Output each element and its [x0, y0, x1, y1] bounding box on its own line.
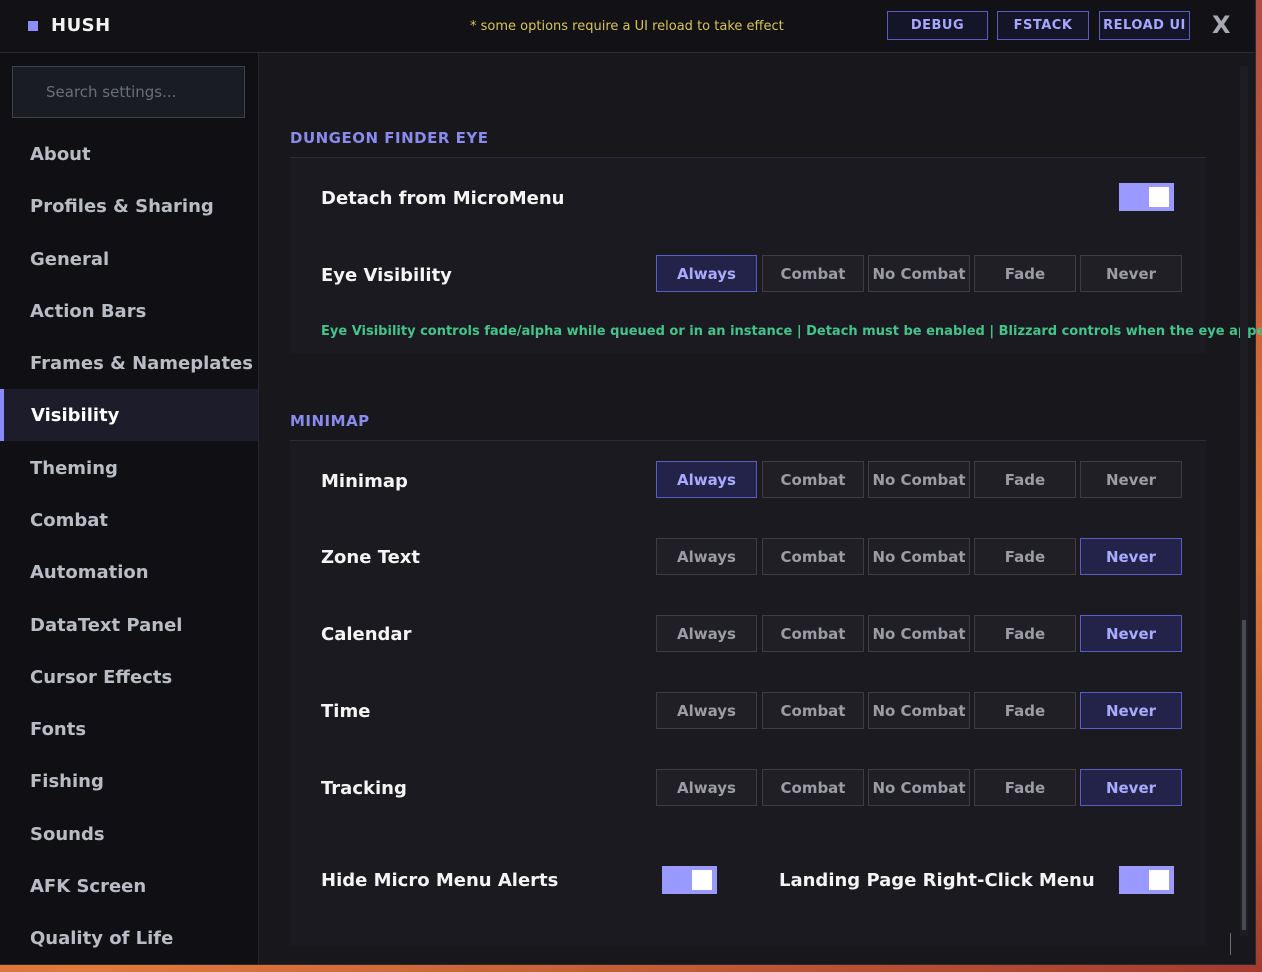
- hide-micro-menu-alerts-label: Hide Micro Menu Alerts: [321, 870, 559, 891]
- tracking-no-combat[interactable]: No Combat: [868, 769, 970, 806]
- section-title-dungeon-finder-eye: DUNGEON FINDER EYE: [290, 129, 489, 147]
- detach-micromenu-toggle[interactable]: [1119, 183, 1174, 211]
- eye-visibility-fade[interactable]: Fade: [974, 255, 1076, 292]
- minimap-fade[interactable]: Fade: [974, 461, 1076, 498]
- minimap-combat[interactable]: Combat: [762, 461, 864, 498]
- sidebar-item-profiles-sharing[interactable]: Profiles & Sharing: [0, 180, 258, 232]
- tracking-never[interactable]: Never: [1080, 769, 1182, 806]
- sidebar-item-afk-screen[interactable]: AFK Screen: [0, 860, 258, 912]
- section-title-minimap: MINIMAP: [290, 412, 370, 430]
- calendar-always[interactable]: Always: [656, 615, 757, 652]
- toggle-knob: [1149, 187, 1169, 207]
- tracking-row-label: Tracking: [321, 778, 407, 799]
- eye-visibility-always[interactable]: Always: [656, 255, 757, 292]
- fstack-button[interactable]: FSTACK: [997, 11, 1089, 40]
- close-icon[interactable]: X: [1212, 11, 1231, 39]
- calendar-row-label: Calendar: [321, 624, 412, 645]
- minimap-panel: Minimap Always Combat No Combat Fade Nev…: [290, 441, 1206, 946]
- calendar-no-combat[interactable]: No Combat: [868, 615, 970, 652]
- zone-text-no-combat[interactable]: No Combat: [868, 538, 970, 575]
- detach-micromenu-label: Detach from MicroMenu: [321, 188, 565, 209]
- hide-micro-menu-alerts-toggle[interactable]: [662, 866, 717, 894]
- sidebar-item-action-bars[interactable]: Action Bars: [0, 285, 258, 337]
- debug-button[interactable]: DEBUG: [887, 11, 988, 40]
- title-bar: HUSH * some options require a UI reload …: [0, 0, 1255, 53]
- sidebar: About Profiles & Sharing General Action …: [0, 53, 259, 964]
- eye-visibility-no-combat[interactable]: No Combat: [868, 255, 970, 292]
- time-combat[interactable]: Combat: [762, 692, 864, 729]
- time-never[interactable]: Never: [1080, 692, 1182, 729]
- app-title: HUSH: [51, 15, 111, 36]
- tracking-combat[interactable]: Combat: [762, 769, 864, 806]
- sidebar-item-about[interactable]: About: [0, 128, 258, 180]
- sidebar-item-automation[interactable]: Automation: [0, 546, 258, 598]
- minimap-no-combat[interactable]: No Combat: [868, 461, 970, 498]
- sidebar-item-theming[interactable]: Theming: [0, 442, 258, 494]
- sidebar-item-fonts[interactable]: Fonts: [0, 703, 258, 755]
- reload-ui-button[interactable]: RELOAD UI: [1099, 11, 1190, 40]
- scrollbar-thumb[interactable]: [1242, 620, 1246, 930]
- sidebar-item-frames-nameplates[interactable]: Frames & Nameplates: [0, 337, 258, 389]
- minimap-row-label: Minimap: [321, 471, 408, 492]
- toggle-knob: [1149, 870, 1169, 890]
- logo-square-icon: [28, 21, 38, 31]
- zone-text-combat[interactable]: Combat: [762, 538, 864, 575]
- eye-visibility-combat[interactable]: Combat: [762, 255, 864, 292]
- zone-text-row-label: Zone Text: [321, 547, 421, 568]
- landing-page-right-click-label: Landing Page Right-Click Menu: [779, 870, 1095, 891]
- zone-text-always[interactable]: Always: [656, 538, 757, 575]
- minimap-never[interactable]: Never: [1080, 461, 1182, 498]
- sidebar-item-visibility[interactable]: Visibility: [0, 389, 258, 441]
- sidebar-item-cursor-effects[interactable]: Cursor Effects: [0, 651, 258, 703]
- landing-page-right-click-toggle[interactable]: [1119, 866, 1174, 894]
- toggle-knob: [692, 870, 712, 890]
- sidebar-item-quality-of-life[interactable]: Quality of Life: [0, 912, 258, 964]
- zone-text-fade[interactable]: Fade: [974, 538, 1076, 575]
- sidebar-item-combat[interactable]: Combat: [0, 494, 258, 546]
- sidebar-item-sounds[interactable]: Sounds: [0, 808, 258, 860]
- search-input[interactable]: [12, 66, 245, 118]
- time-no-combat[interactable]: No Combat: [868, 692, 970, 729]
- reload-notice: * some options require a UI reload to ta…: [470, 19, 784, 34]
- time-fade[interactable]: Fade: [974, 692, 1076, 729]
- time-row-label: Time: [321, 701, 371, 722]
- zone-text-never[interactable]: Never: [1080, 538, 1182, 575]
- resize-grip-icon[interactable]: [1230, 933, 1245, 955]
- eye-visibility-hint: Eye Visibility controls fade/alpha while…: [321, 324, 1262, 339]
- minimap-always[interactable]: Always: [656, 461, 757, 498]
- eye-visibility-label: Eye Visibility: [321, 265, 452, 286]
- calendar-combat[interactable]: Combat: [762, 615, 864, 652]
- tracking-always[interactable]: Always: [656, 769, 757, 806]
- sidebar-item-datatext-panel[interactable]: DataText Panel: [0, 599, 258, 651]
- sidebar-item-general[interactable]: General: [0, 233, 258, 285]
- settings-content: DUNGEON FINDER EYE Detach from MicroMenu…: [259, 53, 1262, 964]
- tracking-fade[interactable]: Fade: [974, 769, 1076, 806]
- eye-visibility-never[interactable]: Never: [1080, 255, 1182, 292]
- sidebar-item-fishing[interactable]: Fishing: [0, 755, 258, 807]
- settings-window: HUSH * some options require a UI reload …: [0, 0, 1262, 965]
- time-always[interactable]: Always: [656, 692, 757, 729]
- calendar-never[interactable]: Never: [1080, 615, 1182, 652]
- calendar-fade[interactable]: Fade: [974, 615, 1076, 652]
